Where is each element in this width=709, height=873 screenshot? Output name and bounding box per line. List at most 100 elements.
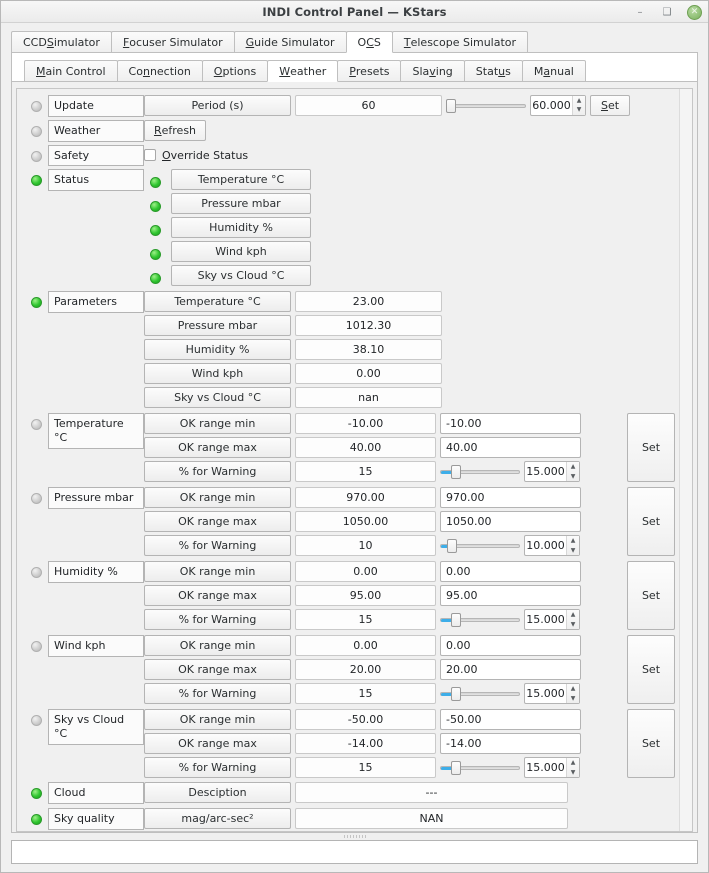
range-warn-slider[interactable] (440, 535, 520, 556)
range-name: Wind kph (48, 635, 144, 657)
range-max-input[interactable]: 1050.00 (440, 511, 581, 533)
range-set-button[interactable]: Set (627, 487, 675, 557)
slider-handle[interactable] (446, 99, 456, 113)
extra-unit-label: Desciption (144, 782, 291, 804)
spin-up-icon[interactable]: ▲ (567, 536, 579, 546)
minimize-icon[interactable]: – (633, 5, 647, 19)
range-min-value: 970.00 (295, 487, 436, 509)
range-max-row: OK range max 1050.00 1050.00 (144, 511, 623, 533)
tab-weather[interactable]: Weather (267, 60, 339, 82)
range-max-input[interactable]: 40.00 (440, 437, 581, 459)
range-warn-slider[interactable] (440, 461, 520, 482)
tab-manual[interactable]: Ma nual (521, 60, 586, 82)
tab-focuser-simulator[interactable]: Focuser Simulator (110, 31, 235, 53)
spin-down-icon[interactable]: ▼ (567, 472, 579, 482)
extra-row: Cloud Desciption --- (25, 782, 675, 804)
range-warn-spinbox[interactable]: 15.000 ▲ ▼ (524, 461, 580, 483)
property-parameters: Parameters Temperature °C 23.00 Pressure m… (25, 291, 675, 409)
override-status-label: Override Status (162, 148, 249, 162)
update-set-button[interactable]: Set (590, 95, 631, 116)
range-warn-spinbox[interactable]: 15.000 ▲ ▼ (524, 609, 580, 631)
spinbox-arrows[interactable]: ▲ ▼ (572, 96, 585, 115)
checkbox-box-icon[interactable] (144, 149, 156, 161)
range-min-input[interactable]: -10.00 (440, 413, 581, 435)
panel-splitter[interactable] (1, 833, 708, 840)
range-set-button[interactable]: Set (627, 561, 675, 631)
update-period-spinbox[interactable]: 60.000 ▲ ▼ (530, 95, 586, 116)
tab-ccd-simulator[interactable]: CCD Simulator (11, 31, 112, 53)
spinbox-value: 15.000 (526, 465, 565, 479)
property-safety: Safety Override Status (25, 144, 675, 167)
range-max-input[interactable]: 95.00 (440, 585, 581, 607)
tab-mnemonic: n (142, 64, 150, 78)
spin-up-icon[interactable]: ▲ (567, 610, 579, 620)
spinbox-arrows[interactable]: ▲ ▼ (566, 684, 579, 704)
range-set-button[interactable]: Set (627, 709, 675, 779)
range-max-row: OK range max 40.00 40.00 (144, 437, 623, 459)
weather-scroll-area: Update Period (s) 60 60.000 ▲ ▼ S et Wea… (16, 88, 693, 832)
spin-up-icon[interactable]: ▲ (567, 462, 579, 472)
tab-presets[interactable]: Presets (337, 60, 402, 82)
slider-handle[interactable] (450, 613, 461, 628)
maximize-icon[interactable]: ❑ (660, 5, 674, 19)
spin-down-icon[interactable]: ▼ (567, 768, 579, 778)
tab-main-control[interactable]: Main Control (24, 60, 118, 82)
range-warn-spinbox[interactable]: 15.000 ▲ ▼ (524, 757, 580, 779)
weather-properties: Update Period (s) 60 60.000 ▲ ▼ S et Wea… (17, 89, 679, 831)
range-group: Sky vs Cloud °C OK range min -50.00 -50.00 O… (25, 709, 675, 779)
spin-up-icon[interactable]: ▲ (573, 96, 585, 106)
range-min-input[interactable]: -50.00 (440, 709, 581, 731)
close-icon[interactable]: ✕ (687, 4, 702, 20)
tab-mnemonic: F (122, 35, 130, 49)
spin-down-icon[interactable]: ▼ (567, 546, 579, 556)
range-min-input[interactable]: 0.00 (440, 561, 581, 583)
spinbox-arrows[interactable]: ▲ ▼ (566, 610, 579, 630)
spinbox-value: 15.000 (526, 613, 565, 627)
range-warn-slider[interactable] (440, 757, 520, 778)
vertical-scrollbar[interactable] (679, 89, 692, 831)
range-warn-slider[interactable] (440, 683, 520, 704)
update-name: Update (48, 95, 144, 117)
tab-status[interactable]: Stat u s (463, 60, 523, 82)
range-min-input[interactable]: 970.00 (440, 487, 581, 509)
range-max-input[interactable]: 20.00 (440, 659, 581, 681)
override-status-checkbox[interactable]: Override Status (144, 145, 248, 166)
spin-down-icon[interactable]: ▼ (567, 694, 579, 704)
tab-mnemonic: W (279, 64, 291, 78)
tab-telescope-simulator[interactable]: Telescope Simulator (391, 31, 529, 53)
spinbox-arrows[interactable]: ▲ ▼ (566, 536, 579, 556)
range-max-input[interactable]: -14.00 (440, 733, 581, 755)
range-warn-spinbox[interactable]: 15.000 ▲ ▼ (524, 683, 580, 705)
range-max-value: 1050.00 (295, 511, 436, 533)
tab-connection[interactable]: Co n nection (116, 60, 203, 82)
spinbox-arrows[interactable]: ▲ ▼ (566, 462, 579, 482)
extra-led-icon (31, 814, 42, 825)
tab-mnemonic: M (36, 64, 46, 78)
weather-refresh-button[interactable]: Refresh (144, 119, 206, 141)
spin-up-icon[interactable]: ▲ (567, 684, 579, 694)
spinbox-arrows[interactable]: ▲ ▼ (566, 758, 579, 778)
range-set-button[interactable]: Set (627, 635, 675, 705)
range-group: Temperature °C OK range min -10.00 -10.00 OK … (25, 413, 675, 483)
spin-down-icon[interactable]: ▼ (567, 620, 579, 630)
range-set-button[interactable]: Set (627, 413, 675, 483)
range-warn-spinbox[interactable]: 10.000 ▲ ▼ (524, 535, 580, 557)
slider-handle[interactable] (450, 687, 461, 702)
tab-ocs[interactable]: OCS (345, 31, 393, 53)
tab-options[interactable]: Options (201, 60, 269, 82)
parameter-value: 0.00 (295, 363, 442, 385)
spin-down-icon[interactable]: ▼ (573, 106, 585, 116)
range-warn-slider[interactable] (440, 609, 520, 630)
range-name: Pressure mbar (48, 487, 144, 509)
spinbox-value: 15.000 (526, 687, 565, 701)
update-period-slider[interactable] (446, 95, 526, 116)
range-name: Humidity % (48, 561, 144, 583)
tab-guide-simulator[interactable]: Guide Simulator (233, 31, 347, 53)
tab-slaving[interactable]: Sla v ing (400, 60, 465, 82)
parameter-items: Temperature °C 23.00 Pressure mbar 1012.30 H… (144, 291, 675, 409)
spin-up-icon[interactable]: ▲ (567, 758, 579, 768)
slider-handle[interactable] (450, 465, 461, 480)
slider-handle[interactable] (447, 539, 457, 554)
range-min-input[interactable]: 0.00 (440, 635, 581, 657)
slider-handle[interactable] (450, 761, 461, 776)
